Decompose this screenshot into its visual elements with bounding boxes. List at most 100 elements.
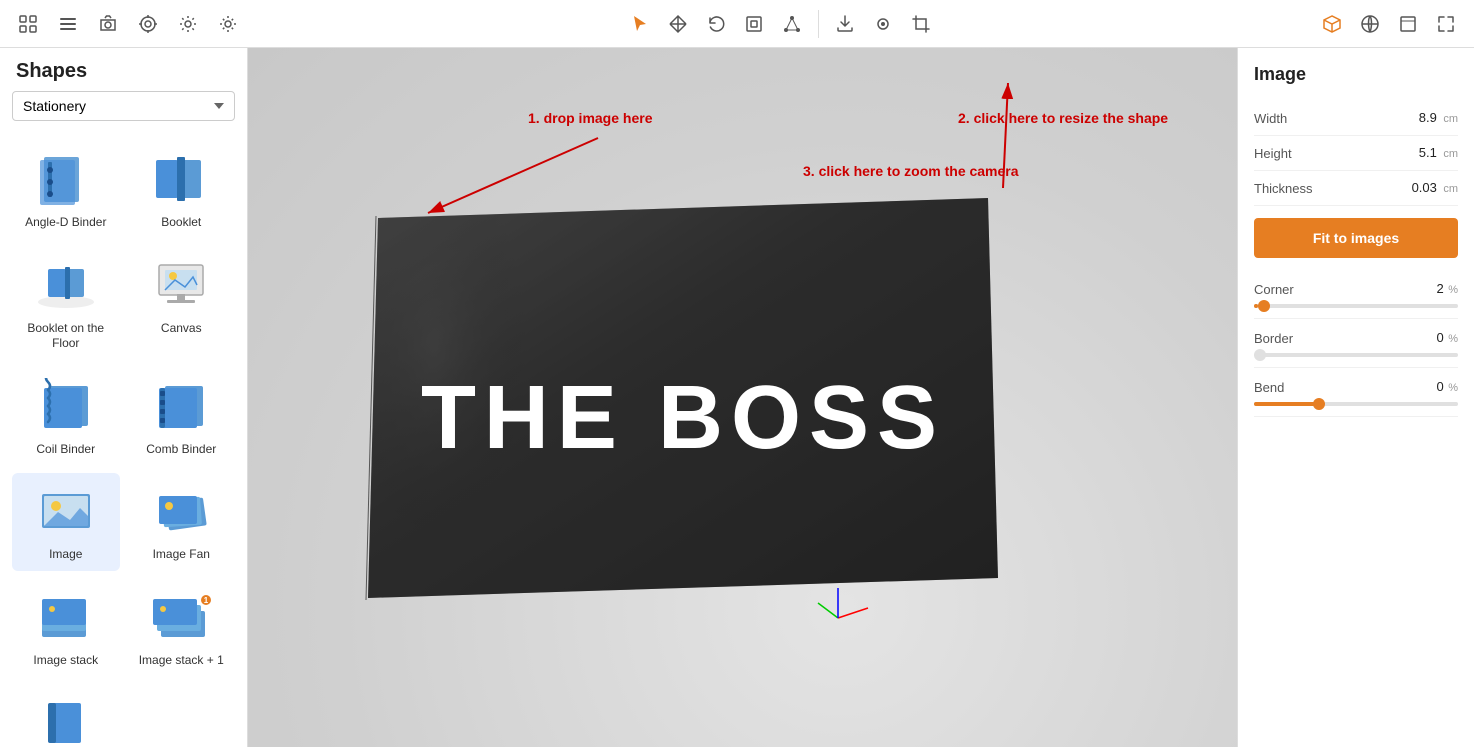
svg-text:1: 1	[204, 596, 209, 605]
border-slider-row: Border 0 %	[1254, 319, 1458, 368]
booklet-icon	[146, 149, 216, 209]
shape-image-stack[interactable]: Image stack	[12, 579, 120, 677]
shapes-grid: Angle-D Binder Booklet	[0, 133, 247, 747]
height-unit: cm	[1443, 148, 1458, 160]
target-icon[interactable]	[132, 8, 164, 40]
canvas-icon	[146, 255, 216, 315]
corner-slider-track[interactable]	[1254, 304, 1458, 308]
width-row: Width 8.9 cm	[1254, 101, 1458, 136]
height-value: 5.1	[1419, 145, 1437, 160]
image-stack-label: Image stack	[33, 653, 98, 669]
border-slider-thumb[interactable]	[1254, 349, 1266, 361]
corner-value: 2	[1437, 281, 1444, 296]
border-value: 0	[1437, 330, 1444, 345]
cube-icon[interactable]	[1316, 8, 1348, 40]
shape-coil-binder[interactable]: Coil Binder	[12, 368, 120, 466]
canvas-label: Canvas	[161, 321, 202, 337]
thickness-value: 0.03	[1412, 180, 1437, 195]
corner-slider-header: Corner 2 %	[1254, 280, 1458, 298]
canvas-area[interactable]: THE BOSS 1. drop image here	[248, 48, 1237, 747]
image-fan-label: Image Fan	[153, 547, 210, 563]
undo-tool[interactable]	[700, 8, 732, 40]
bend-slider-track[interactable]	[1254, 402, 1458, 406]
camera-icon[interactable]	[92, 8, 124, 40]
layers-icon[interactable]	[1392, 8, 1424, 40]
comb-binder-icon	[146, 376, 216, 436]
coil-binder-label: Coil Binder	[36, 442, 95, 458]
globe-icon[interactable]	[1354, 8, 1386, 40]
shape-image-stack-1[interactable]: 1 Image stack + 1	[128, 579, 236, 677]
panel-title: Image	[1254, 64, 1458, 85]
toolbar-center	[248, 8, 1312, 40]
corner-slider-thumb[interactable]	[1258, 300, 1270, 312]
annotation-resize: 2. click here to resize the shape	[958, 110, 1168, 128]
booklet-floor-icon	[31, 255, 101, 315]
annotation-zoom: 3. click here to zoom the camera	[803, 163, 1019, 181]
angle-d-binder-label: Angle-D Binder	[25, 215, 106, 231]
crop-tool[interactable]	[905, 8, 937, 40]
angle-d-binder-icon	[31, 149, 101, 209]
height-row: Height 5.1 cm	[1254, 136, 1458, 171]
annotation-drop-image: 1. drop image here	[528, 110, 652, 128]
svg-text:THE BOSS: THE BOSS	[421, 368, 945, 468]
3d-image-svg: THE BOSS	[348, 178, 1008, 678]
main-content: Shapes Stationery Office Boxes Bags	[0, 48, 1474, 747]
nodes-tool[interactable]	[776, 8, 808, 40]
settings-icon[interactable]	[172, 8, 204, 40]
shape-single-book[interactable]	[12, 685, 120, 747]
image-stack-1-icon: 1	[146, 587, 216, 647]
shape-booklet[interactable]: Booklet	[128, 141, 236, 239]
image-shape-label: Image	[49, 547, 82, 563]
frame-tool[interactable]	[738, 8, 770, 40]
bend-unit: %	[1448, 382, 1458, 394]
booklet-label: Booklet	[161, 215, 201, 231]
border-unit: %	[1448, 333, 1458, 345]
width-unit: cm	[1443, 113, 1458, 125]
bend-slider-fill	[1254, 402, 1315, 406]
app-icon[interactable]	[52, 8, 84, 40]
view-tool[interactable]	[867, 8, 899, 40]
shape-booklet-floor[interactable]: Booklet on the Floor	[12, 247, 120, 360]
border-slider-track[interactable]	[1254, 353, 1458, 357]
right-panel: Image Width 8.9 cm Height 5.1 cm Thickne…	[1237, 48, 1474, 747]
shape-comb-binder[interactable]: Comb Binder	[128, 368, 236, 466]
border-slider-header: Border 0 %	[1254, 329, 1458, 347]
category-select-wrap: Stationery Office Boxes Bags	[0, 91, 247, 133]
cursor-tool[interactable]	[624, 8, 656, 40]
bend-slider-thumb[interactable]	[1313, 398, 1325, 410]
booklet-floor-label: Booklet on the Floor	[16, 321, 116, 352]
sidebar: Shapes Stationery Office Boxes Bags	[0, 48, 248, 747]
comb-binder-label: Comb Binder	[146, 442, 216, 458]
bend-label: Bend	[1254, 380, 1284, 395]
expand-icon[interactable]	[1430, 8, 1462, 40]
shape-canvas[interactable]: Canvas	[128, 247, 236, 360]
image-fan-icon	[146, 481, 216, 541]
bend-value: 0	[1437, 379, 1444, 394]
border-label: Border	[1254, 331, 1293, 346]
grid-icon[interactable]	[12, 8, 44, 40]
corner-slider-row: Corner 2 %	[1254, 270, 1458, 319]
thickness-label: Thickness	[1254, 181, 1313, 196]
image-stack-icon	[31, 587, 101, 647]
import-tool[interactable]	[829, 8, 861, 40]
bend-slider-row: Bend 0 %	[1254, 368, 1458, 417]
fit-to-images-button[interactable]: Fit to images	[1254, 218, 1458, 258]
toolbar-left	[12, 8, 244, 40]
coil-binder-icon	[31, 376, 101, 436]
sun-icon[interactable]	[212, 8, 244, 40]
shape-angle-d-binder[interactable]: Angle-D Binder	[12, 141, 120, 239]
3d-scene: THE BOSS	[348, 178, 1008, 658]
category-select[interactable]: Stationery Office Boxes Bags	[12, 91, 235, 121]
sidebar-title: Shapes	[0, 48, 247, 91]
thickness-row: Thickness 0.03 cm	[1254, 171, 1458, 206]
height-label: Height	[1254, 146, 1292, 161]
width-label: Width	[1254, 111, 1287, 126]
shape-image[interactable]: Image	[12, 473, 120, 571]
image-shape-icon	[31, 481, 101, 541]
move-tool[interactable]	[662, 8, 694, 40]
shape-image-fan[interactable]: Image Fan	[128, 473, 236, 571]
toolbar	[0, 0, 1474, 48]
toolbar-right	[1316, 8, 1462, 40]
bend-slider-header: Bend 0 %	[1254, 378, 1458, 396]
width-value: 8.9	[1419, 110, 1437, 125]
